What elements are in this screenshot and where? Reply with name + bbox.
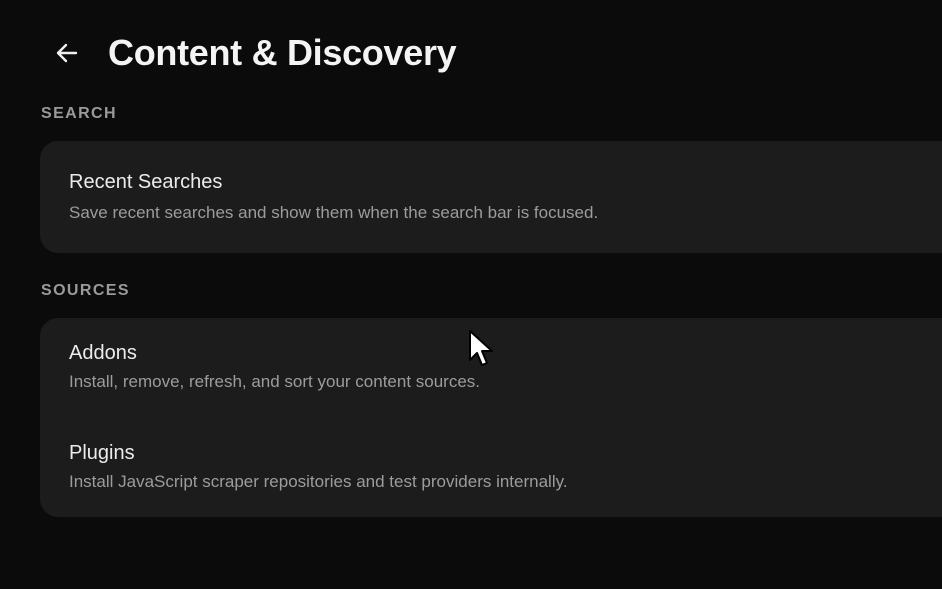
arrow-left-icon [56,43,78,63]
setting-addons[interactable]: Addons Install, remove, refresh, and sor… [69,342,480,392]
page-title: Content & Discovery [108,32,457,73]
setting-description: Install JavaScript scraper repositories … [69,472,568,491]
mouse-cursor-icon [469,330,493,366]
setting-title: Plugins [69,442,135,464]
setting-description: Install, remove, refresh, and sort your … [69,372,481,391]
back-button[interactable] [52,38,82,68]
section-label-search: SEARCH [41,105,117,122]
settings-page: Content & Discovery SEARCH Recent Search… [0,0,942,589]
setting-recent-searches[interactable]: Recent Searches Save recent searches and… [69,171,598,223]
setting-title: Addons [69,342,137,364]
setting-plugins[interactable]: Plugins Install JavaScript scraper repos… [69,442,568,492]
page-header: Content & Discovery [52,26,457,80]
section-label-sources: SOURCES [41,282,130,299]
setting-title: Recent Searches [69,171,223,193]
search-settings-card: Recent Searches Save recent searches and… [40,141,942,253]
setting-description: Save recent searches and show them when … [69,203,599,222]
